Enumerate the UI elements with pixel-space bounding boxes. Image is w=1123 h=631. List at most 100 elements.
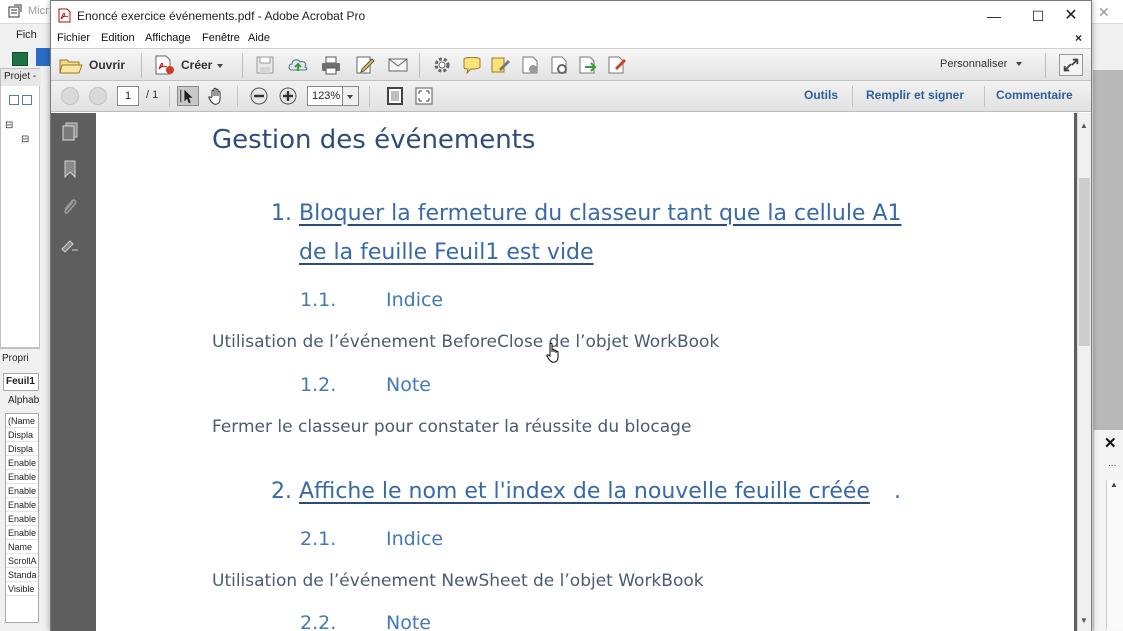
vertical-scrollbar[interactable]: ▲ ▼ xyxy=(1077,113,1091,631)
scroll-down-icon[interactable]: ▼ xyxy=(1080,616,1088,625)
properties-panel: Propri Feuil1 Alphab (Name Displa Displa… xyxy=(0,348,40,631)
property-row[interactable]: Visible xyxy=(6,582,38,596)
stamp-icon[interactable] xyxy=(519,55,541,75)
tree-expander[interactable]: ⊟ xyxy=(5,133,29,147)
upload-cloud-icon[interactable] xyxy=(287,55,309,75)
subsection-title: Note xyxy=(386,374,431,396)
property-row[interactable]: Enable xyxy=(6,470,38,484)
save-icon[interactable] xyxy=(254,55,276,75)
page-total-label: / 1 xyxy=(146,89,159,101)
toolbar-separator xyxy=(1045,53,1046,78)
vba-app-icon xyxy=(8,4,22,18)
tools-pane-link[interactable]: Outils xyxy=(804,88,838,102)
comment-icon[interactable] xyxy=(461,55,483,75)
view-excel-icon[interactable] xyxy=(12,52,28,66)
properties-title: Propri xyxy=(2,353,29,364)
customize-button[interactable]: Personnaliser xyxy=(940,58,1023,70)
menu-affichage[interactable]: Affichage xyxy=(145,32,191,44)
section-title-line: Bloquer la fermeture du classeur tant qu… xyxy=(299,201,902,226)
property-row[interactable]: Enable xyxy=(6,498,38,512)
vba-menu-fichier[interactable]: Fich xyxy=(16,29,37,41)
main-toolbar: Ouvrir Créer Personnaliser xyxy=(51,48,1091,81)
vba-title-text: Micr xyxy=(28,5,49,17)
section-title-line: Affiche le nom et l'index de la nouvelle… xyxy=(299,479,870,504)
zoom-dropdown-button[interactable] xyxy=(343,86,359,106)
zoom-level-input[interactable]: 123% xyxy=(307,86,343,106)
zoom-in-icon[interactable] xyxy=(277,86,299,106)
cursor-hand-icon xyxy=(546,342,559,363)
property-row[interactable]: Enable xyxy=(6,512,38,526)
toolbar-separator xyxy=(242,53,243,78)
attachments-icon[interactable] xyxy=(60,197,80,217)
menu-fichier[interactable]: Fichier xyxy=(57,32,90,44)
prev-page-icon[interactable] xyxy=(61,87,79,105)
pdf-page: Gestion des événements 1. Bloquer la fer… xyxy=(96,113,1074,631)
zoom-out-icon[interactable] xyxy=(248,86,270,106)
immediate-more-button[interactable]: ... xyxy=(1108,458,1116,469)
email-icon[interactable] xyxy=(387,55,409,75)
fill-sign-pane-link[interactable]: Remplir et signer xyxy=(866,88,964,102)
navigation-toolbar: 1 / 1 123% Outils Remplir et signer Comm… xyxy=(51,81,1091,112)
menu-fenetre[interactable]: Fenêtre xyxy=(202,32,240,44)
view-object-icon[interactable] xyxy=(22,95,32,105)
pages-panel-icon[interactable] xyxy=(60,121,80,141)
select-tool-icon[interactable] xyxy=(177,86,199,106)
scroll-up-icon[interactable]: ▲ xyxy=(1110,480,1118,489)
properties-object-select[interactable]: Feuil1 xyxy=(3,373,39,391)
project-explorer-title: Projet - xyxy=(1,69,41,86)
document-close-button[interactable]: × xyxy=(1075,31,1082,45)
paragraph: Fermer le classeur pour constater la réu… xyxy=(212,417,692,437)
property-row[interactable]: Displa xyxy=(6,428,38,442)
fit-page-icon[interactable] xyxy=(384,86,406,106)
menu-edition[interactable]: Edition xyxy=(101,32,135,44)
gear-icon[interactable] xyxy=(431,55,453,75)
property-row[interactable]: Standa xyxy=(6,568,38,582)
scroll-up-icon[interactable]: ▲ xyxy=(1080,121,1088,130)
section-title: Bloquer la fermeture du classeur tant qu… xyxy=(299,201,902,279)
menu-bar: Fichier Edition Affichage Fenêtre Aide × xyxy=(51,31,1091,48)
hand-tool-icon[interactable] xyxy=(206,86,228,106)
scrollbar-thumb[interactable] xyxy=(1079,178,1090,346)
property-row[interactable]: Displa xyxy=(6,442,38,456)
bookmarks-icon[interactable] xyxy=(60,159,80,179)
close-button[interactable]: ✕ xyxy=(1049,1,1093,31)
toolbar-separator xyxy=(852,86,853,107)
paragraph: Utilisation de l’événement NewSheet de l… xyxy=(212,571,704,591)
property-row[interactable]: ScrollA xyxy=(6,554,38,568)
menu-aide[interactable]: Aide xyxy=(248,32,270,44)
edit-icon[interactable] xyxy=(354,55,376,75)
immediate-close-icon[interactable]: ✕ xyxy=(1104,434,1117,452)
minimize-button[interactable]: — xyxy=(972,1,1016,31)
property-row[interactable]: Name xyxy=(6,540,38,554)
project-view-icons xyxy=(9,95,37,107)
full-screen-icon[interactable] xyxy=(413,86,435,106)
acrobat-pdf-icon xyxy=(58,8,71,23)
view-code-icon[interactable] xyxy=(9,95,19,105)
sign-icon[interactable] xyxy=(606,55,628,75)
acrobat-window: Enoncé exercice événements.pdf - Adobe A… xyxy=(50,0,1092,631)
immediate-scrollbar[interactable]: ▲ xyxy=(1106,480,1123,630)
next-page-icon[interactable] xyxy=(89,87,107,105)
comment-pane-link[interactable]: Commentaire xyxy=(996,88,1073,102)
section-title-line: de la feuille Feuil1 est vide xyxy=(299,240,594,265)
page-number-input[interactable]: 1 xyxy=(117,86,139,106)
window-title: Enoncé exercice événements.pdf - Adobe A… xyxy=(77,9,366,23)
property-row[interactable]: Enable xyxy=(6,484,38,498)
property-row[interactable]: Enable xyxy=(6,456,38,470)
protect-icon[interactable] xyxy=(548,55,570,75)
document-viewport[interactable]: Gestion des événements 1. Bloquer la fer… xyxy=(89,113,1077,631)
signatures-icon[interactable] xyxy=(60,235,80,255)
create-pdf-icon xyxy=(155,55,174,75)
chevron-down-icon xyxy=(347,95,353,99)
print-icon[interactable] xyxy=(320,55,342,75)
section-title: Affiche le nom et l'index de la nouvelle… xyxy=(299,479,870,504)
vba-close-icon[interactable]: ✕ xyxy=(1098,4,1110,21)
properties-tab-alphabetic[interactable]: Alphab xyxy=(8,395,39,406)
highlight-icon[interactable] xyxy=(490,55,512,75)
property-row[interactable]: Enable xyxy=(6,526,38,540)
expand-icon[interactable] xyxy=(1059,54,1083,76)
section-number: 2. xyxy=(271,479,292,504)
property-row[interactable]: (Name xyxy=(6,414,38,428)
export-icon[interactable] xyxy=(577,55,599,75)
tree-expander[interactable]: ⊟ xyxy=(5,119,29,133)
